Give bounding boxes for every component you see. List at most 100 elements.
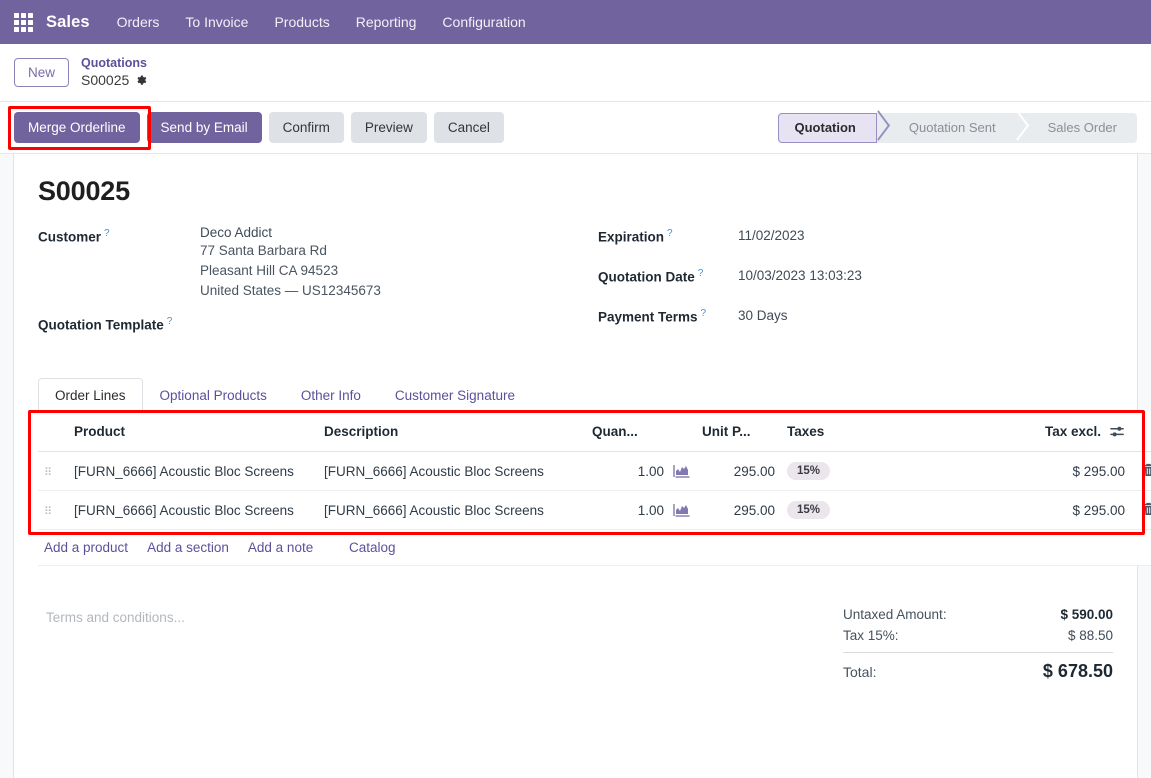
field-quotation-date-label-text: Quotation Date [598, 269, 695, 285]
col-quantity[interactable]: Quan... [586, 412, 696, 452]
field-expiration-label: Expiration? [598, 225, 738, 245]
customer-name[interactable]: Deco Addict [200, 225, 381, 240]
nav-item-products[interactable]: Products [261, 0, 342, 44]
row-quantity[interactable]: 1.00 [638, 464, 664, 479]
form-fields: Customer? Deco Addict 77 Santa Barbara R… [38, 225, 1113, 351]
row-taxes[interactable]: 15% [781, 490, 981, 530]
preview-button[interactable]: Preview [350, 112, 427, 143]
forecast-chart-icon[interactable] [673, 503, 690, 517]
field-expiration-value[interactable]: 11/02/2023 [738, 225, 805, 243]
row-taxes[interactable]: 15% [781, 451, 981, 491]
status-separator-1 [877, 113, 893, 143]
row-unit-price[interactable]: 295.00 [696, 451, 781, 491]
row-product[interactable]: [FURN_6666] Acoustic Bloc Screens [68, 490, 318, 530]
col-unit-price[interactable]: Unit P... [696, 412, 781, 452]
col-drag [38, 412, 68, 452]
catalog-link[interactable]: Catalog [349, 540, 396, 555]
help-icon[interactable]: ? [701, 308, 707, 319]
nav-item-orders[interactable]: Orders [104, 0, 173, 44]
tab-order-lines[interactable]: Order Lines [38, 378, 143, 412]
row-description[interactable]: [FURN_6666] Acoustic Bloc Screens [318, 451, 586, 491]
order-lines-header: Product Description Quan... Unit P... Ta… [38, 412, 1151, 452]
col-product[interactable]: Product [68, 412, 318, 452]
nav-item-reporting[interactable]: Reporting [343, 0, 430, 44]
top-navbar: Sales Orders To Invoice Products Reporti… [0, 0, 1151, 44]
field-expiration: Expiration? 11/02/2023 [598, 225, 1113, 255]
total-grand-label: Total: [843, 664, 877, 680]
tax-badge[interactable]: 15% [787, 501, 831, 519]
cancel-button[interactable]: Cancel [433, 112, 504, 143]
col-taxes[interactable]: Taxes [781, 412, 981, 452]
field-quotation-template-label: Quotation Template? [38, 313, 200, 333]
order-lines-table: Product Description Quan... Unit P... Ta… [38, 412, 1151, 566]
trash-icon[interactable] [1142, 463, 1151, 477]
trash-icon[interactable] [1142, 502, 1151, 516]
sliders-icon[interactable] [1110, 425, 1125, 438]
status-quotation[interactable]: Quotation [777, 112, 877, 143]
add-a-product-link[interactable]: Add a product [44, 540, 128, 555]
merge-orderline-button[interactable]: Merge Orderline [14, 112, 140, 143]
help-icon[interactable]: ? [104, 228, 110, 239]
help-icon[interactable]: ? [167, 316, 173, 327]
help-icon[interactable]: ? [698, 268, 704, 279]
row-quantity[interactable]: 1.00 [638, 503, 664, 518]
nav-item-to-invoice[interactable]: To Invoice [172, 0, 261, 44]
field-quotation-date-value[interactable]: 10/03/2023 13:03:23 [738, 265, 862, 283]
status-quotation-sent[interactable]: Quotation Sent [893, 113, 1016, 143]
field-payment-terms-value[interactable]: 30 Days [738, 305, 788, 323]
add-a-note-link[interactable]: Add a note [248, 540, 313, 555]
row-delete-cell[interactable] [1131, 490, 1151, 530]
field-expiration-label-text: Expiration [598, 229, 665, 245]
col-description[interactable]: Description [318, 412, 586, 452]
col-tax-excl-label[interactable]: Tax excl. [1045, 424, 1101, 439]
row-drag-handle[interactable]: ⠿ [38, 490, 68, 530]
apps-grid-icon[interactable] [6, 0, 40, 44]
tab-other-info[interactable]: Other Info [284, 378, 378, 412]
table-row[interactable]: ⠿ [FURN_6666] Acoustic Bloc Screens [FUR… [38, 490, 1151, 530]
field-customer: Customer? Deco Addict 77 Santa Barbara R… [38, 225, 598, 301]
row-description[interactable]: [FURN_6666] Acoustic Bloc Screens [318, 490, 586, 530]
field-quotation-template-label-text: Quotation Template [38, 317, 164, 333]
tax-badge[interactable]: 15% [787, 462, 831, 480]
send-by-email-button[interactable]: Send by Email [146, 112, 262, 143]
confirm-button[interactable]: Confirm [268, 112, 344, 143]
row-quantity-wrap: 1.00 [592, 464, 690, 479]
field-quotation-date-label: Quotation Date? [598, 265, 738, 285]
terms-and-conditions-input[interactable]: Terms and conditions... [38, 604, 185, 625]
total-untaxed-amount-value: $ 590.00 [1060, 607, 1113, 622]
row-quantity-cell[interactable]: 1.00 [586, 451, 696, 491]
table-row[interactable]: ⠿ [FURN_6666] Acoustic Bloc Screens [FUR… [38, 451, 1151, 491]
new-record-button[interactable]: New [14, 58, 70, 87]
row-delete-cell[interactable] [1131, 451, 1151, 491]
tab-customer-signature[interactable]: Customer Signature [378, 378, 532, 412]
odoo-sales-quotation-page: Sales Orders To Invoice Products Reporti… [0, 0, 1151, 778]
page-title: S00025 [38, 176, 130, 206]
field-customer-label: Customer? [38, 225, 200, 245]
control-panel-actions-row: Merge Orderline Send by Email Confirm Pr… [0, 102, 1151, 154]
row-drag-handle[interactable]: ⠿ [38, 451, 68, 491]
col-delete [1131, 412, 1151, 452]
help-icon[interactable]: ? [667, 228, 673, 239]
total-grand-value: $ 678.50 [1042, 661, 1113, 681]
breadcrumb-parent-quotations[interactable]: Quotations [81, 56, 148, 72]
customer-address-line-3: United States — US12345673 [200, 283, 381, 298]
field-customer-value-group: Deco Addict 77 Santa Barbara Rd Pleasant… [200, 225, 381, 301]
status-sales-order[interactable]: Sales Order [1032, 113, 1137, 143]
drag-handle-icon[interactable]: ⠿ [44, 506, 53, 518]
row-product[interactable]: [FURN_6666] Acoustic Bloc Screens [68, 451, 318, 491]
row-tax-excl: $ 295.00 [981, 451, 1131, 491]
total-tax-label[interactable]: Tax 15%: [843, 628, 899, 643]
breadcrumb-current: S00025 [81, 72, 148, 90]
total-grand: Total: $ 678.50 [843, 652, 1113, 685]
add-a-section-link[interactable]: Add a section [147, 540, 229, 555]
nav-item-configuration[interactable]: Configuration [429, 0, 538, 44]
tab-optional-products[interactable]: Optional Products [143, 378, 284, 412]
row-quantity-cell[interactable]: 1.00 [586, 490, 696, 530]
total-tax-value: $ 88.50 [1067, 628, 1113, 643]
drag-handle-icon[interactable]: ⠿ [44, 467, 53, 479]
form-sheet-wrapper: S00025 Customer? Deco Addict 77 Santa Ba… [0, 154, 1151, 778]
row-unit-price[interactable]: 295.00 [696, 490, 781, 530]
forecast-chart-icon[interactable] [673, 464, 690, 478]
gear-icon[interactable] [135, 74, 148, 87]
app-brand-sales[interactable]: Sales [40, 13, 104, 32]
